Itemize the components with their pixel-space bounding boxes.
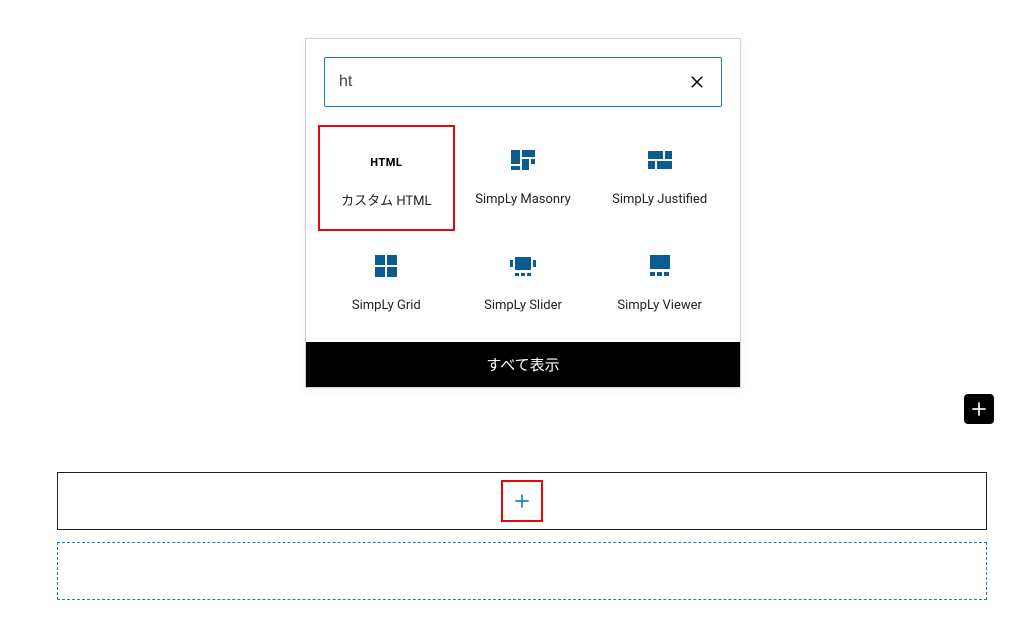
block-inserter-panel: HTML カスタム HTML SimpLy Masonry: [305, 38, 741, 388]
search-container: [306, 39, 740, 107]
block-label: SimpLy Justified: [612, 191, 707, 209]
plus-icon: [512, 491, 532, 511]
block-label: SimpLy Masonry: [475, 191, 571, 209]
block-simply-masonry[interactable]: SimpLy Masonry: [455, 125, 592, 231]
block-simply-grid[interactable]: SimpLy Grid: [318, 231, 455, 333]
grid-icon: [372, 249, 400, 283]
viewer-icon: [646, 249, 674, 283]
justified-icon: [646, 143, 674, 177]
slider-icon: [509, 249, 537, 283]
floating-add-button[interactable]: [964, 394, 994, 424]
masonry-icon: [509, 143, 537, 177]
search-field: [324, 57, 722, 107]
add-block-button[interactable]: [501, 480, 543, 522]
search-input[interactable]: [339, 73, 687, 91]
close-icon: [688, 73, 706, 91]
clear-search-button[interactable]: [687, 72, 707, 92]
block-simply-viewer[interactable]: SimpLy Viewer: [591, 231, 728, 333]
html-icon: HTML: [370, 145, 402, 179]
block-label: SimpLy Slider: [484, 297, 562, 315]
plus-icon: [969, 399, 989, 419]
browse-all-button[interactable]: すべて表示: [306, 342, 740, 387]
block-simply-justified[interactable]: SimpLy Justified: [591, 125, 728, 231]
block-appender: [57, 472, 987, 530]
block-label: カスタム HTML: [341, 193, 431, 211]
block-label: SimpLy Grid: [352, 297, 421, 315]
block-label: SimpLy Viewer: [617, 297, 702, 315]
block-results-grid: HTML カスタム HTML SimpLy Masonry: [306, 107, 740, 342]
block-simply-slider[interactable]: SimpLy Slider: [455, 231, 592, 333]
empty-block-placeholder[interactable]: [57, 542, 987, 600]
block-custom-html[interactable]: HTML カスタム HTML: [318, 125, 455, 231]
